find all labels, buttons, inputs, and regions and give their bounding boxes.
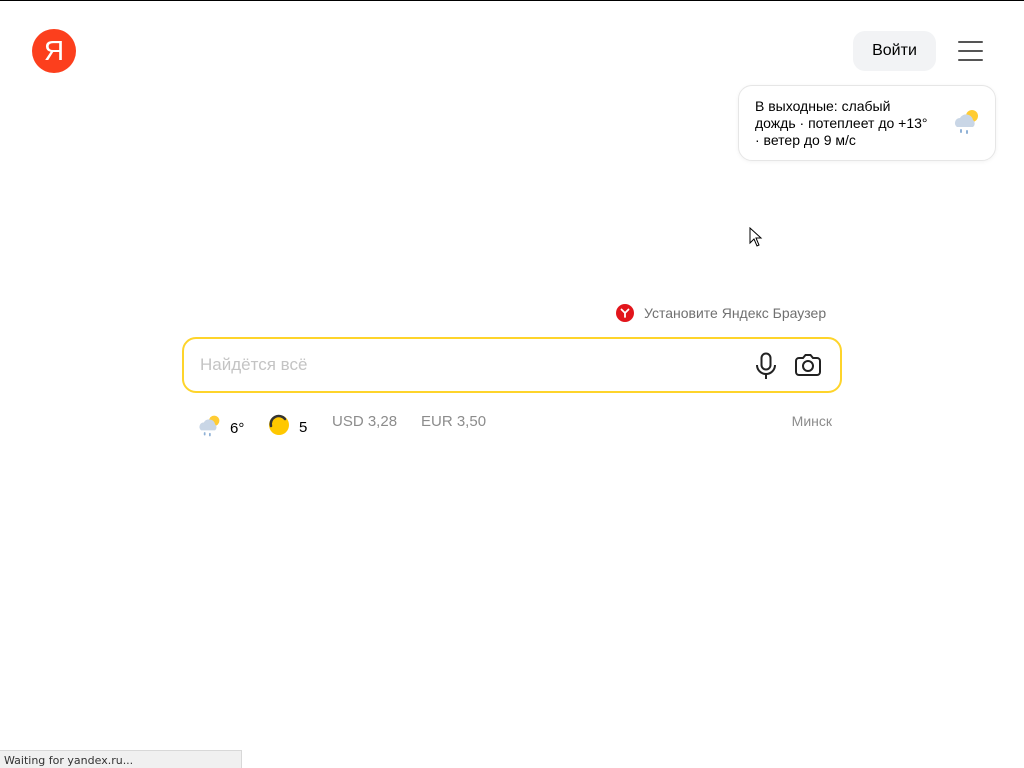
camera-search-icon[interactable]	[792, 351, 824, 381]
weather-widget[interactable]: 6°	[196, 413, 244, 443]
hamburger-icon[interactable]	[954, 36, 986, 66]
menu-line	[957, 59, 983, 61]
info-row: 6° 5 USD 3,28 EUR 3,50 Минск	[196, 408, 832, 437]
weather-forecast-card[interactable]: В выходные: слабый дождь · потеплеет до …	[738, 85, 996, 161]
install-browser-label: Установите Яндекс Браузер	[644, 305, 827, 321]
microphone-icon[interactable]	[752, 351, 780, 381]
menu-line	[957, 50, 983, 52]
browser-status-bar: Waiting for yandex.ru...	[0, 750, 242, 768]
traffic-widget[interactable]: 5	[267, 413, 307, 441]
search-box	[182, 337, 842, 393]
yandex-browser-icon	[616, 304, 634, 322]
city-link[interactable]: Минск	[792, 413, 832, 429]
traffic-icon	[267, 413, 291, 441]
install-browser-link[interactable]: Установите Яндекс Браузер	[616, 303, 826, 323]
usd-rate[interactable]: USD 3,28	[332, 413, 397, 430]
yandex-logo[interactable]: Я	[32, 29, 76, 73]
eur-rate[interactable]: EUR 3,50	[421, 413, 486, 430]
yandex-home-page: Я Войти В выходные: слабый дождь · потеп…	[0, 0, 1024, 768]
usd-rate-label: USD 3,28	[332, 413, 398, 430]
window-top-border	[0, 0, 1024, 1]
mouse-cursor-icon	[749, 227, 763, 247]
menu-line	[957, 41, 983, 43]
traffic-score: 5	[299, 418, 308, 436]
search-input[interactable]	[200, 351, 740, 379]
eur-rate-label: EUR 3,50	[421, 413, 487, 430]
rain-sun-cloud-icon	[196, 413, 222, 443]
weather-forecast-text: В выходные: слабый дождь · потеплеет до …	[755, 98, 928, 148]
rain-sun-cloud-icon	[951, 108, 981, 141]
login-button[interactable]: Войти	[853, 31, 936, 71]
temperature-value: 6°	[230, 419, 245, 437]
